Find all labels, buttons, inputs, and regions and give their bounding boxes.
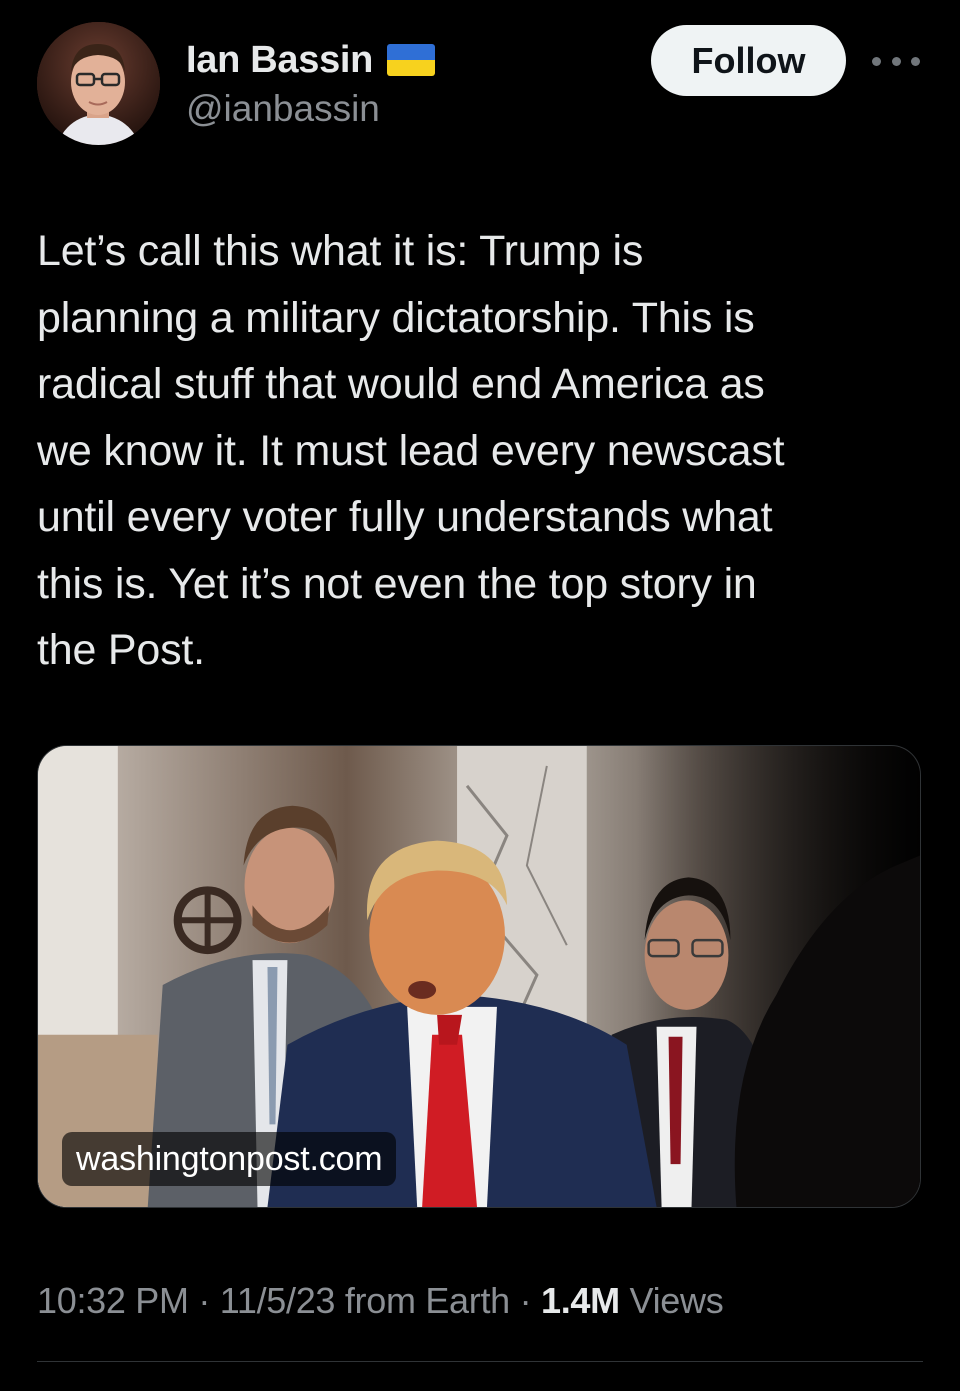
meta-separator: ·: [188, 1280, 220, 1321]
views-count[interactable]: 1.4M: [541, 1280, 620, 1321]
author-name-row: Ian Bassin: [186, 36, 436, 84]
tweet-date[interactable]: 11/5/23: [220, 1280, 336, 1321]
author-handle[interactable]: @ianbassin: [186, 88, 380, 130]
link-domain-label: washingtonpost.com: [62, 1132, 397, 1186]
tweet-text: Let’s call this what it is: Trump is pla…: [37, 227, 785, 674]
views-label: Views: [619, 1280, 724, 1321]
author-display-name[interactable]: Ian Bassin: [186, 39, 373, 82]
author-avatar[interactable]: [37, 22, 160, 145]
divider: [37, 1361, 923, 1362]
follow-button[interactable]: Follow: [651, 25, 846, 96]
tweet-meta: 10:32 PM · 11/5/23 from Earth · 1.4M Vie…: [37, 1280, 724, 1322]
tweet-source: from Earth: [335, 1280, 510, 1321]
avatar-portrait: [37, 22, 160, 145]
link-card[interactable]: washingtonpost.com: [37, 745, 921, 1208]
ukraine-flag-icon: [387, 44, 436, 76]
tweet: Ian Bassin @ianbassin Follow Let’s call …: [0, 0, 960, 1391]
meta-separator: ·: [509, 1280, 541, 1321]
more-horizontal-icon[interactable]: [872, 51, 920, 71]
tweet-time[interactable]: 10:32 PM: [37, 1280, 189, 1321]
